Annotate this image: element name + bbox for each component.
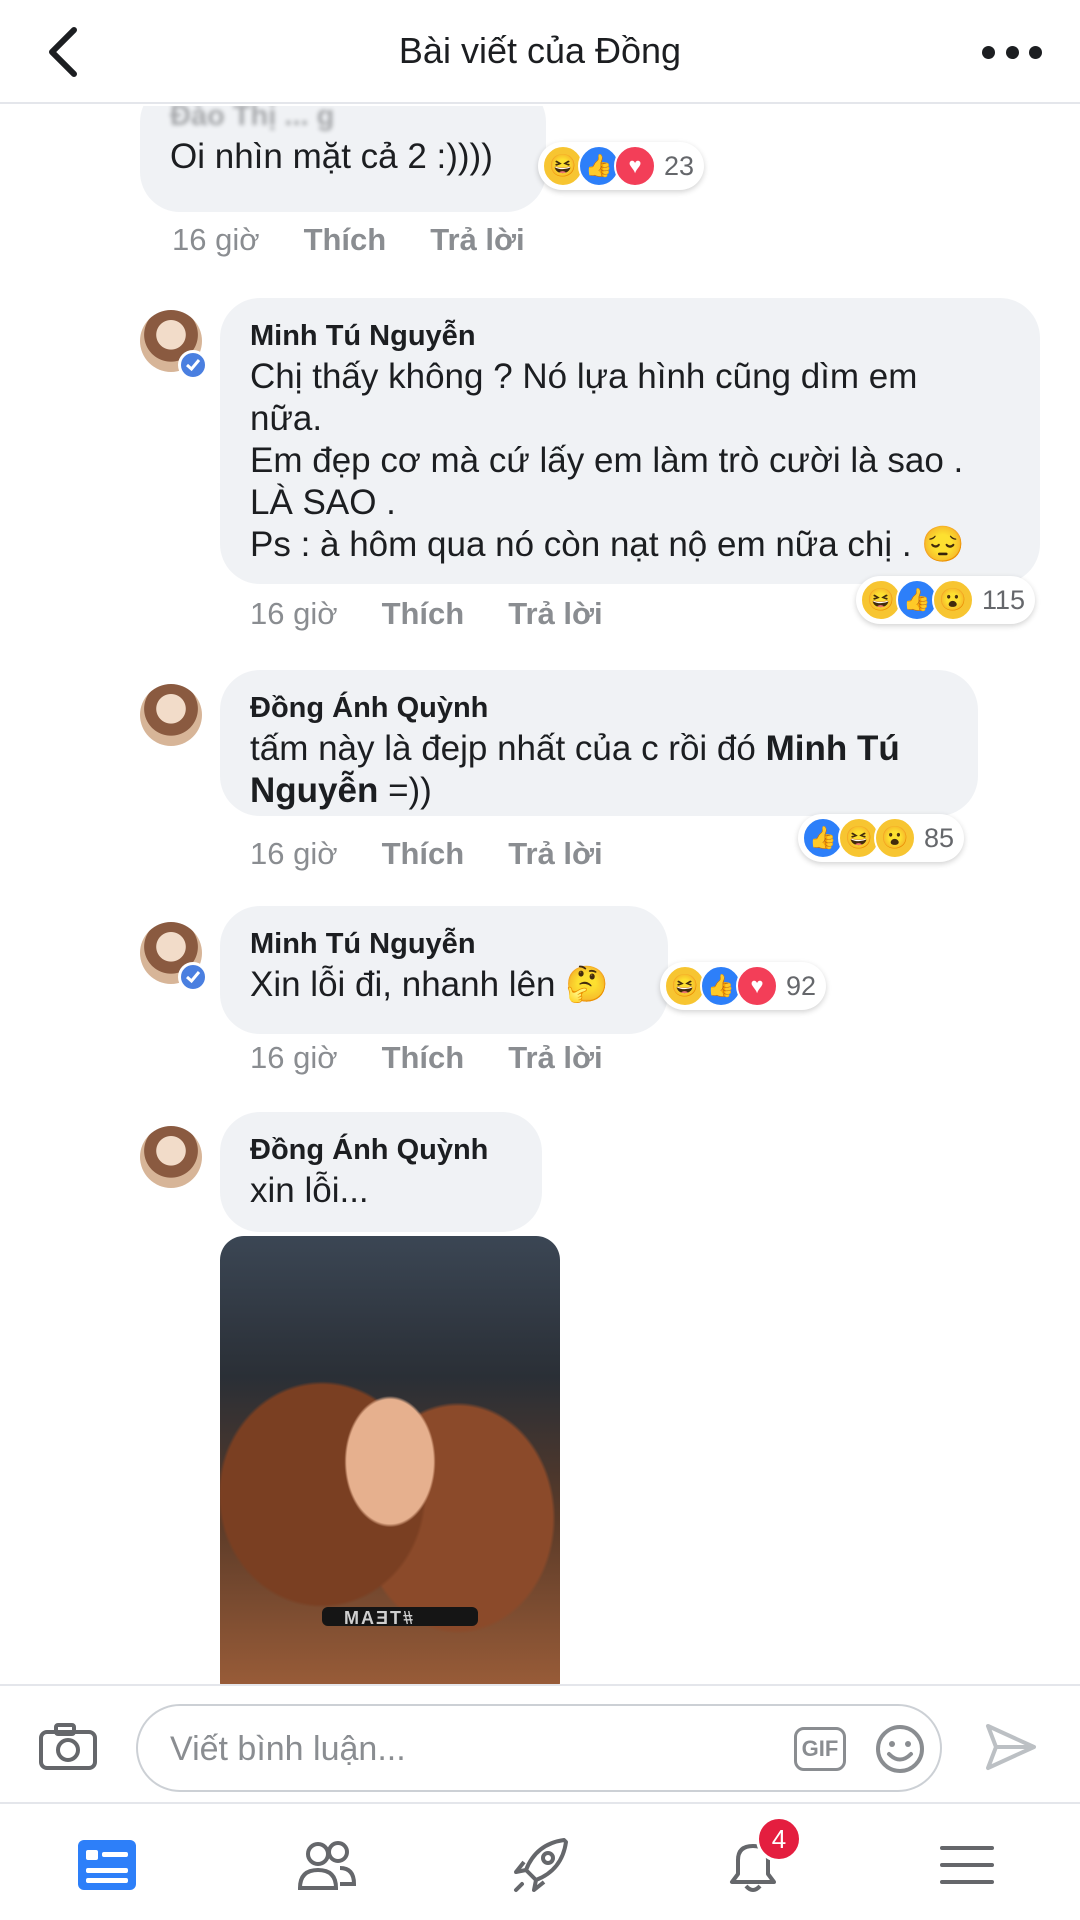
emoji-button[interactable] (874, 1723, 926, 1775)
comment-actions: 16 giờ Thích Trả lời (172, 222, 525, 258)
camera-button[interactable] (38, 1722, 98, 1772)
comment-text: Oi nhìn mặt cả 2 :)))) (170, 137, 493, 176)
emoji-icon (876, 1725, 924, 1773)
photo-text: #TEAM (342, 1608, 414, 1629)
reaction-count: 115 (982, 584, 1026, 615)
mention-link[interactable]: Minh Tú (766, 729, 900, 768)
menu-icon (940, 1846, 994, 1884)
tab-friends[interactable] (292, 1830, 362, 1900)
tab-news-feed[interactable] (72, 1830, 142, 1900)
comment-time: 16 giờ (172, 222, 260, 257)
like-link[interactable]: Thích (304, 222, 387, 258)
comment-text-line: Em đẹp cơ mà cứ lấy em làm trò cười là s… (250, 441, 964, 480)
more-options-button[interactable] (982, 30, 1042, 74)
comments-feed[interactable]: Đào Thị ... g Oi nhìn mặt cả 2 :)))) 😆 👍… (0, 106, 1080, 1684)
comment-author[interactable]: Minh Tú Nguyễn (250, 924, 638, 964)
avatar[interactable] (140, 684, 202, 746)
comment-text-line: nữa. (250, 399, 323, 438)
page-title: Bài viết của Đồng (398, 30, 682, 71)
comment-bubble: Minh Tú Nguyễn Xin lỗi đi, nhanh lên 🤔 (220, 906, 668, 1034)
comment-time: 16 giờ (250, 1040, 338, 1075)
reply-link[interactable]: Trả lời (430, 222, 524, 258)
more-dots-icon (982, 45, 995, 59)
reaction-summary[interactable]: 😆 👍 ♥ 92 (660, 962, 827, 1010)
comment-time: 16 giờ (250, 836, 338, 871)
notifications-badge: 4 (756, 1816, 802, 1862)
tab-menu[interactable] (932, 1830, 1002, 1900)
comment-bubble: Minh Tú Nguyễn Chị thấy không ? Nó lựa h… (220, 298, 1040, 584)
reaction-count: 85 (924, 822, 955, 853)
verified-badge-icon (178, 350, 208, 380)
tab-notifications[interactable]: 4 (718, 1816, 802, 1900)
reaction-summary[interactable]: 👍 😆 😮 85 (798, 814, 965, 862)
comment-composer: Viết bình luận... GIF (0, 1684, 1080, 1802)
reaction-count: 23 (664, 150, 695, 181)
comment-actions: 16 giờ Thích Trả lời (250, 1040, 603, 1076)
comment-bubble: Đồng Ánh Quỳnh xin lỗi... (220, 1112, 542, 1232)
wow-icon: 😮 (874, 817, 916, 859)
wow-icon: 😮 (932, 579, 974, 621)
comment-text: Xin lỗi đi, nhanh lên 🤔 (250, 965, 609, 1004)
comment-time: 16 giờ (250, 596, 338, 631)
rocket-icon (514, 1838, 568, 1892)
news-feed-icon (78, 1840, 136, 1890)
send-button[interactable] (984, 1722, 1038, 1772)
reaction-summary[interactable]: 😆 👍 ♥ 23 (538, 142, 705, 190)
comment-input-placeholder: Viết bình luận... (170, 1730, 406, 1768)
comment-text-line: Ps : à hôm qua nó còn nạt nộ em nữa chị … (250, 525, 965, 564)
comment-photo[interactable]: #TEAM (220, 1236, 560, 1684)
mention-link[interactable]: Nguyễn (250, 771, 378, 810)
pensive-emoji: 😔 (921, 525, 965, 564)
verified-badge-icon (178, 962, 208, 992)
like-link[interactable]: Thích (382, 836, 465, 872)
friends-icon (297, 1841, 357, 1890)
comment-text-line: Chị thấy không ? Nó lựa hình cũng dìm em (250, 357, 918, 396)
love-icon: ♥ (736, 965, 778, 1007)
tab-explore[interactable] (506, 1830, 576, 1900)
reply-link[interactable]: Trả lời (508, 836, 602, 872)
camera-icon (39, 1723, 97, 1770)
comment-text-line: LÀ SAO . (250, 483, 396, 522)
comment-bubble: Đồng Ánh Quỳnh tấm này là đejp nhất của … (220, 670, 978, 816)
like-link[interactable]: Thích (382, 596, 465, 632)
bottom-tab-bar: 4 (0, 1802, 1080, 1920)
like-link[interactable]: Thích (382, 1040, 465, 1076)
comment-actions: 16 giờ Thích Trả lời (250, 596, 603, 632)
reaction-summary[interactable]: 😆 👍 😮 115 (856, 576, 1036, 624)
reaction-count: 92 (786, 970, 817, 1001)
comment-actions: 16 giờ Thích Trả lời (250, 836, 603, 872)
send-icon (986, 1724, 1036, 1770)
comment-author[interactable]: Minh Tú Nguyễn (250, 316, 1010, 356)
comment-text: tấm này là đejp nhất của c rồi đó Minh T… (250, 729, 900, 810)
avatar[interactable] (140, 1126, 202, 1188)
comment-input[interactable]: Viết bình luận... GIF (136, 1704, 942, 1792)
comment-author[interactable]: Đồng Ánh Quỳnh (250, 688, 948, 728)
thinking-emoji: 🤔 (565, 965, 609, 1004)
gif-button[interactable]: GIF (794, 1727, 846, 1771)
reply-link[interactable]: Trả lời (508, 596, 602, 632)
reply-link[interactable]: Trả lời (508, 1040, 602, 1076)
comment-text: xin lỗi... (250, 1171, 369, 1210)
comment-author[interactable]: Đào Thị ... g (170, 106, 516, 136)
comment-bubble: Đào Thị ... g Oi nhìn mặt cả 2 :)))) (140, 106, 546, 212)
comment-author[interactable]: Đồng Ánh Quỳnh (250, 1130, 512, 1170)
love-icon: ♥ (614, 145, 656, 187)
top-bar: Bài viết của Đồng (0, 0, 1080, 104)
